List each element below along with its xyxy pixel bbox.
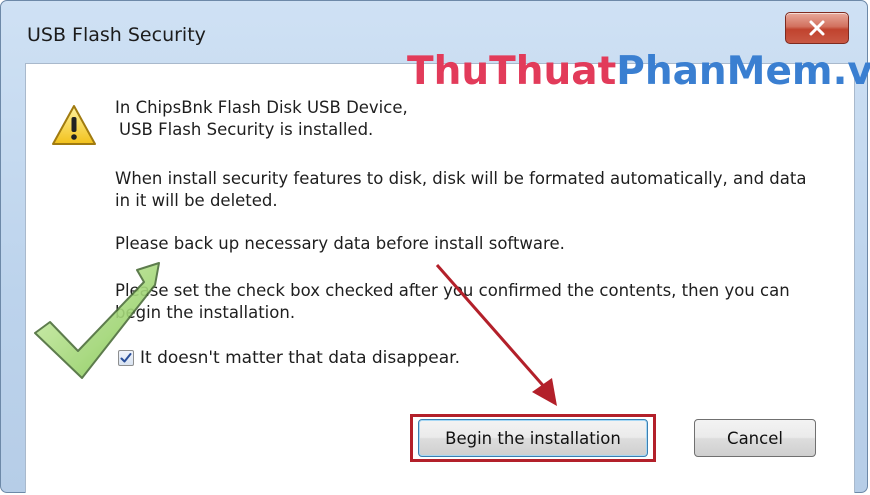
- begin-installation-button[interactable]: Begin the installation: [418, 419, 648, 457]
- watermark-part2: PhanMem.vn: [616, 49, 870, 94]
- message-line-1: In ChipsBnk Flash Disk USB Device,: [115, 98, 408, 117]
- message-line-2b: in it will be deleted.: [115, 191, 278, 210]
- message-line-4a: Please set the check box checked after y…: [115, 281, 790, 300]
- cancel-button[interactable]: Cancel: [694, 419, 816, 457]
- warning-icon: [52, 105, 96, 145]
- confirm-checkbox-row[interactable]: It doesn't matter that data disappear.: [118, 348, 460, 368]
- message-line-1b: USB Flash Security is installed.: [119, 120, 374, 139]
- watermark-part1: ThuThuat: [407, 49, 617, 94]
- window-title: USB Flash Security: [27, 24, 206, 46]
- message-line-3: Please back up necessary data before ins…: [115, 234, 565, 253]
- message-line-4b: begin the installation.: [115, 303, 296, 322]
- close-icon: [809, 20, 825, 36]
- close-button[interactable]: [785, 12, 849, 44]
- confirm-checkbox[interactable]: [118, 350, 134, 366]
- message-line-2a: When install security features to disk, …: [115, 169, 807, 188]
- confirm-checkbox-label[interactable]: It doesn't matter that data disappear.: [140, 348, 460, 368]
- checkmark-icon: [120, 353, 132, 363]
- watermark-logo: ThuThuatPhanMem.vn: [407, 49, 870, 94]
